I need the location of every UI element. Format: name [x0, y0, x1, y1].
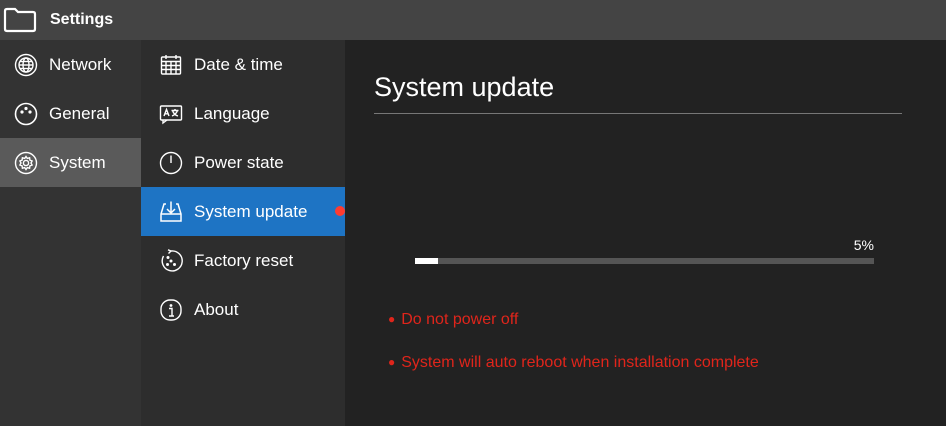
- primary-nav-label: Network: [49, 54, 112, 74]
- warning-bullet: ●: [388, 355, 396, 369]
- secondary-nav-label: Factory reset: [194, 250, 294, 270]
- primary-nav-system[interactable]: System: [0, 138, 141, 187]
- title-bar: Settings: [0, 0, 946, 40]
- info-icon: [159, 298, 183, 322]
- secondary-nav-label: Date & time: [194, 54, 283, 74]
- secondary-nav-label: Language: [194, 103, 270, 123]
- warning-text: System will auto reboot when installatio…: [401, 354, 759, 371]
- warning-text: Do not power off: [401, 311, 519, 328]
- settings-app: Settings Network General System Date & t…: [0, 0, 946, 426]
- secondary-nav-date-time[interactable]: Date & time: [141, 40, 345, 89]
- secondary-nav-label: System update: [194, 201, 308, 221]
- secondary-nav-power-state[interactable]: Power state: [141, 138, 345, 187]
- secondary-nav-system-update[interactable]: System update: [141, 187, 345, 236]
- dots-circle-icon: [14, 102, 38, 126]
- secondary-sidebar: Date & time Language Power state System …: [141, 40, 345, 426]
- warning-bullet: ●: [388, 312, 396, 326]
- secondary-nav-factory-reset[interactable]: Factory reset: [141, 236, 345, 285]
- calendar-icon: [159, 53, 183, 77]
- factory-reset-icon: [159, 248, 183, 273]
- page-title: System update: [374, 72, 555, 102]
- primary-nav-label: General: [49, 103, 110, 123]
- primary-nav-label: System: [49, 152, 106, 172]
- app-title: Settings: [50, 11, 114, 28]
- primary-nav-general[interactable]: General: [0, 89, 141, 138]
- notification-badge: [335, 206, 345, 216]
- warning-message: ● System will auto reboot when installati…: [388, 354, 759, 372]
- gear-icon: [14, 151, 38, 175]
- primary-sidebar: Network General System: [0, 40, 141, 426]
- folder-icon: [2, 6, 38, 34]
- secondary-nav-label: About: [194, 299, 239, 319]
- download-icon: [159, 200, 183, 224]
- secondary-nav-label: Power state: [194, 152, 284, 172]
- power-icon: [159, 151, 183, 175]
- progress-bar: [415, 258, 874, 264]
- progress-percent: 5%: [853, 237, 874, 253]
- title-divider: [374, 113, 902, 114]
- progress-fill: [415, 258, 438, 264]
- secondary-nav-about[interactable]: About: [141, 285, 345, 334]
- globe-icon: [14, 53, 38, 77]
- primary-nav-network[interactable]: Network: [0, 40, 141, 89]
- language-icon: [159, 102, 183, 126]
- main-panel: System update 5% ● Do not power off ● Syst…: [345, 40, 946, 426]
- warning-message: ● Do not power off: [388, 311, 518, 329]
- secondary-nav-language[interactable]: Language: [141, 89, 345, 138]
